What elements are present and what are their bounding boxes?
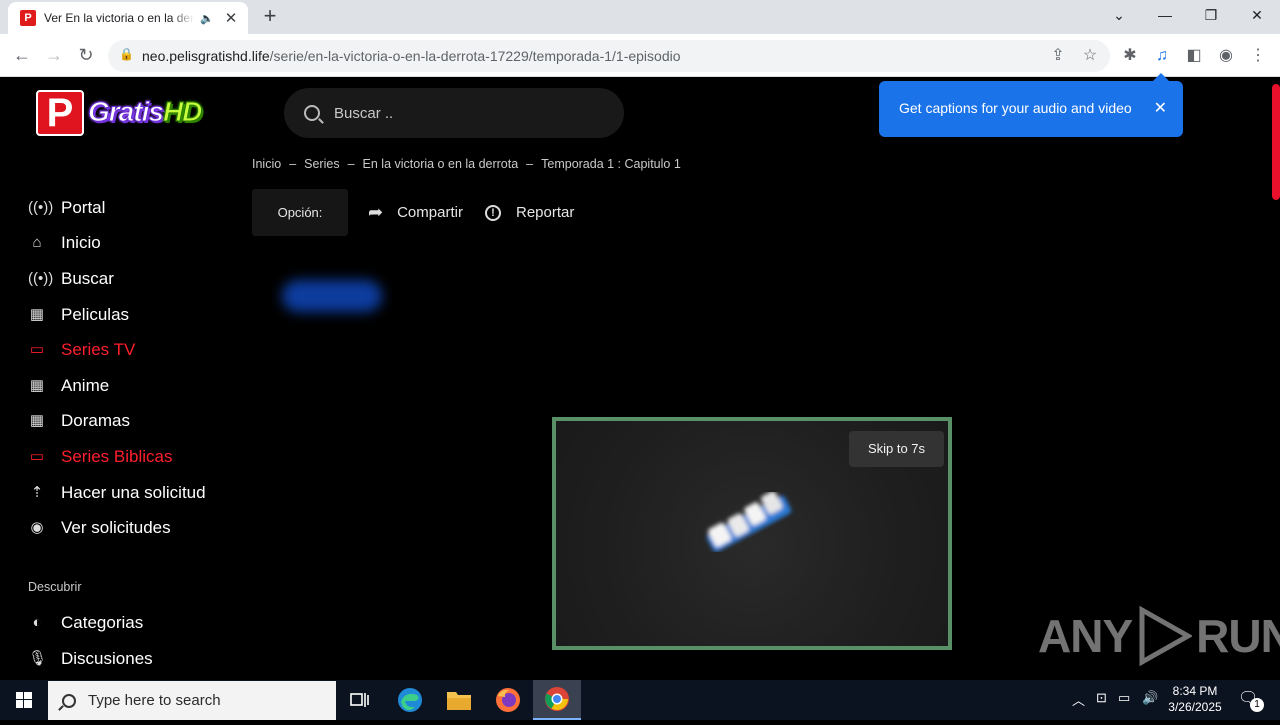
site-search[interactable] <box>284 88 624 138</box>
sidebar-item-peliculas[interactable]: ▦ Peliculas <box>28 303 129 327</box>
firefox-app-button[interactable] <box>484 680 532 720</box>
menu-icon[interactable]: ⋮ <box>1246 44 1270 68</box>
file-explorer-button[interactable] <box>435 680 483 720</box>
network-icon[interactable]: ⊡ <box>1096 690 1107 706</box>
url-text[interactable]: neo.pelisgratishd.life/serie/en-la-victo… <box>142 48 681 64</box>
film-icon: ▦ <box>29 377 45 394</box>
close-icon[interactable]: ✕ <box>1154 98 1167 118</box>
breadcrumb-current: Temporada 1 : Capitulo 1 <box>541 157 681 171</box>
bookmark-star-icon[interactable]: ☆ <box>1078 44 1102 68</box>
sidebar-item-anime[interactable]: ▦ Anime <box>28 374 109 398</box>
option-selector[interactable]: Opción: <box>252 189 348 236</box>
sidebar-item-inicio[interactable]: ⌂ Inicio <box>28 231 100 255</box>
upload-icon: ⇡ <box>30 484 44 501</box>
close-tab-icon[interactable]: ✕ <box>222 9 240 27</box>
windows-logo-icon <box>16 692 32 708</box>
show-hidden-icons[interactable]: ︿ <box>1072 690 1085 709</box>
sidebar-item-ver-solicitudes[interactable]: ◉ Ver solicitudes <box>28 516 170 540</box>
ad-animation-graphic <box>706 492 792 552</box>
scrollbar-thumb[interactable] <box>1272 84 1280 200</box>
restore-button[interactable]: ❐ <box>1188 4 1234 28</box>
share-button[interactable]: ➦ Compartir <box>368 202 463 223</box>
blurred-button[interactable] <box>282 280 382 312</box>
search-icon[interactable] <box>304 105 320 121</box>
tv-icon: ▭ <box>29 341 45 358</box>
side-panel-icon[interactable]: ◧ <box>1182 44 1206 68</box>
edge-icon <box>398 688 422 712</box>
film-icon: ▦ <box>29 412 45 429</box>
task-view-button[interactable] <box>336 680 384 720</box>
reload-button[interactable]: ↻ <box>72 41 100 69</box>
site-favicon: P <box>20 10 36 26</box>
sidebar-item-doramas[interactable]: ▦ Doramas <box>28 409 130 433</box>
notification-badge: 1 <box>1250 698 1264 712</box>
skip-ad-button[interactable]: Skip to 7s <box>849 431 944 467</box>
folder-icon <box>447 692 471 710</box>
task-view-icon <box>350 693 369 707</box>
logo-letter: P <box>36 90 84 136</box>
new-tab-button[interactable]: + <box>258 5 282 28</box>
sidebar-item-categorias[interactable]: ◐ Categorias <box>28 611 143 635</box>
close-window-button[interactable]: ✕ <box>1234 4 1280 28</box>
site-logo[interactable]: P GratisHD <box>36 88 214 138</box>
captions-tooltip-text: Get captions for your audio and video <box>899 100 1132 116</box>
sidebar-item-series-biblicas[interactable]: ▭ Series Biblicas <box>28 445 173 469</box>
breadcrumb-item[interactable]: Inicio <box>252 157 281 171</box>
volume-icon[interactable]: 🔊 <box>1142 690 1158 706</box>
home-icon: ⌂ <box>32 234 42 251</box>
sidebar-item-series-tv[interactable]: ▭ Series TV <box>28 338 135 362</box>
breadcrumb: Inicio – Series – En la victoria o en la der… <box>252 157 681 171</box>
sidebar-item-buscar[interactable]: ((•)) Buscar <box>28 267 114 291</box>
search-input[interactable] <box>334 104 594 122</box>
half-circle-icon: ◐ <box>32 614 42 631</box>
report-button[interactable]: ! Reportar <box>485 204 574 221</box>
broadcast-icon: ((•)) <box>28 199 54 216</box>
profile-icon[interactable]: ◉ <box>1214 44 1238 68</box>
logo-text: GratisHD <box>88 96 203 128</box>
chrome-app-button[interactable] <box>533 680 581 720</box>
display-icon[interactable]: ▭ <box>1118 690 1130 706</box>
tab-search-icon[interactable]: ⌄ <box>1096 4 1142 28</box>
clock-date: 3/26/2025 <box>1168 700 1222 714</box>
firefox-icon <box>496 688 520 712</box>
share-page-icon[interactable]: ⇪ <box>1046 44 1070 68</box>
start-button[interactable] <box>0 680 48 720</box>
broadcast-icon: ((•)) <box>28 270 54 287</box>
microphone-icon: 🎙 <box>28 650 48 667</box>
tab-title: Ver En la victoria o en la derrota <box>44 11 194 25</box>
breadcrumb-item[interactable]: Series <box>304 157 339 171</box>
minimize-button[interactable]: — <box>1142 4 1188 28</box>
sidebar-item-discusiones[interactable]: 🎙 Discusiones <box>28 647 153 671</box>
tv-icon: ▭ <box>29 448 45 465</box>
speaker-icon[interactable]: 🔈 <box>200 12 214 25</box>
sidebar-section-label: Descubrir <box>28 580 82 594</box>
media-controls-icon[interactable]: ♫ <box>1150 44 1174 68</box>
extensions-icon[interactable]: ✱ <box>1118 44 1142 68</box>
breadcrumb-item[interactable]: En la victoria o en la derrota <box>363 157 519 171</box>
browser-tab[interactable]: P Ver En la victoria o en la derrota 🔈 ✕ <box>8 2 248 34</box>
anyrun-watermark: ANY RUN <box>1038 606 1280 666</box>
eye-icon: ◉ <box>30 519 44 536</box>
share-icon: ➦ <box>368 202 384 222</box>
edge-app-button[interactable] <box>386 680 434 720</box>
chrome-icon <box>545 687 569 711</box>
alert-icon: ! <box>485 204 501 221</box>
lock-icon[interactable]: 🔒 <box>119 47 134 65</box>
sidebar-item-hacer-solicitud[interactable]: ⇡ Hacer una solicitud <box>28 481 206 505</box>
sidebar-item-portal[interactable]: ((•)) Portal <box>28 196 105 220</box>
play-logo-icon <box>1139 606 1193 666</box>
taskbar-clock[interactable]: 8:34 PM 3/26/2025 <box>1160 683 1230 715</box>
search-icon <box>62 693 76 708</box>
taskbar-search[interactable]: Type here to search <box>48 681 336 720</box>
back-button[interactable]: ← <box>8 41 36 69</box>
forward-button[interactable]: → <box>40 41 68 69</box>
clock-time: 8:34 PM <box>1172 684 1218 698</box>
film-icon: ▦ <box>29 306 45 323</box>
captions-tooltip: Get captions for your audio and video ✕ <box>879 73 1183 137</box>
